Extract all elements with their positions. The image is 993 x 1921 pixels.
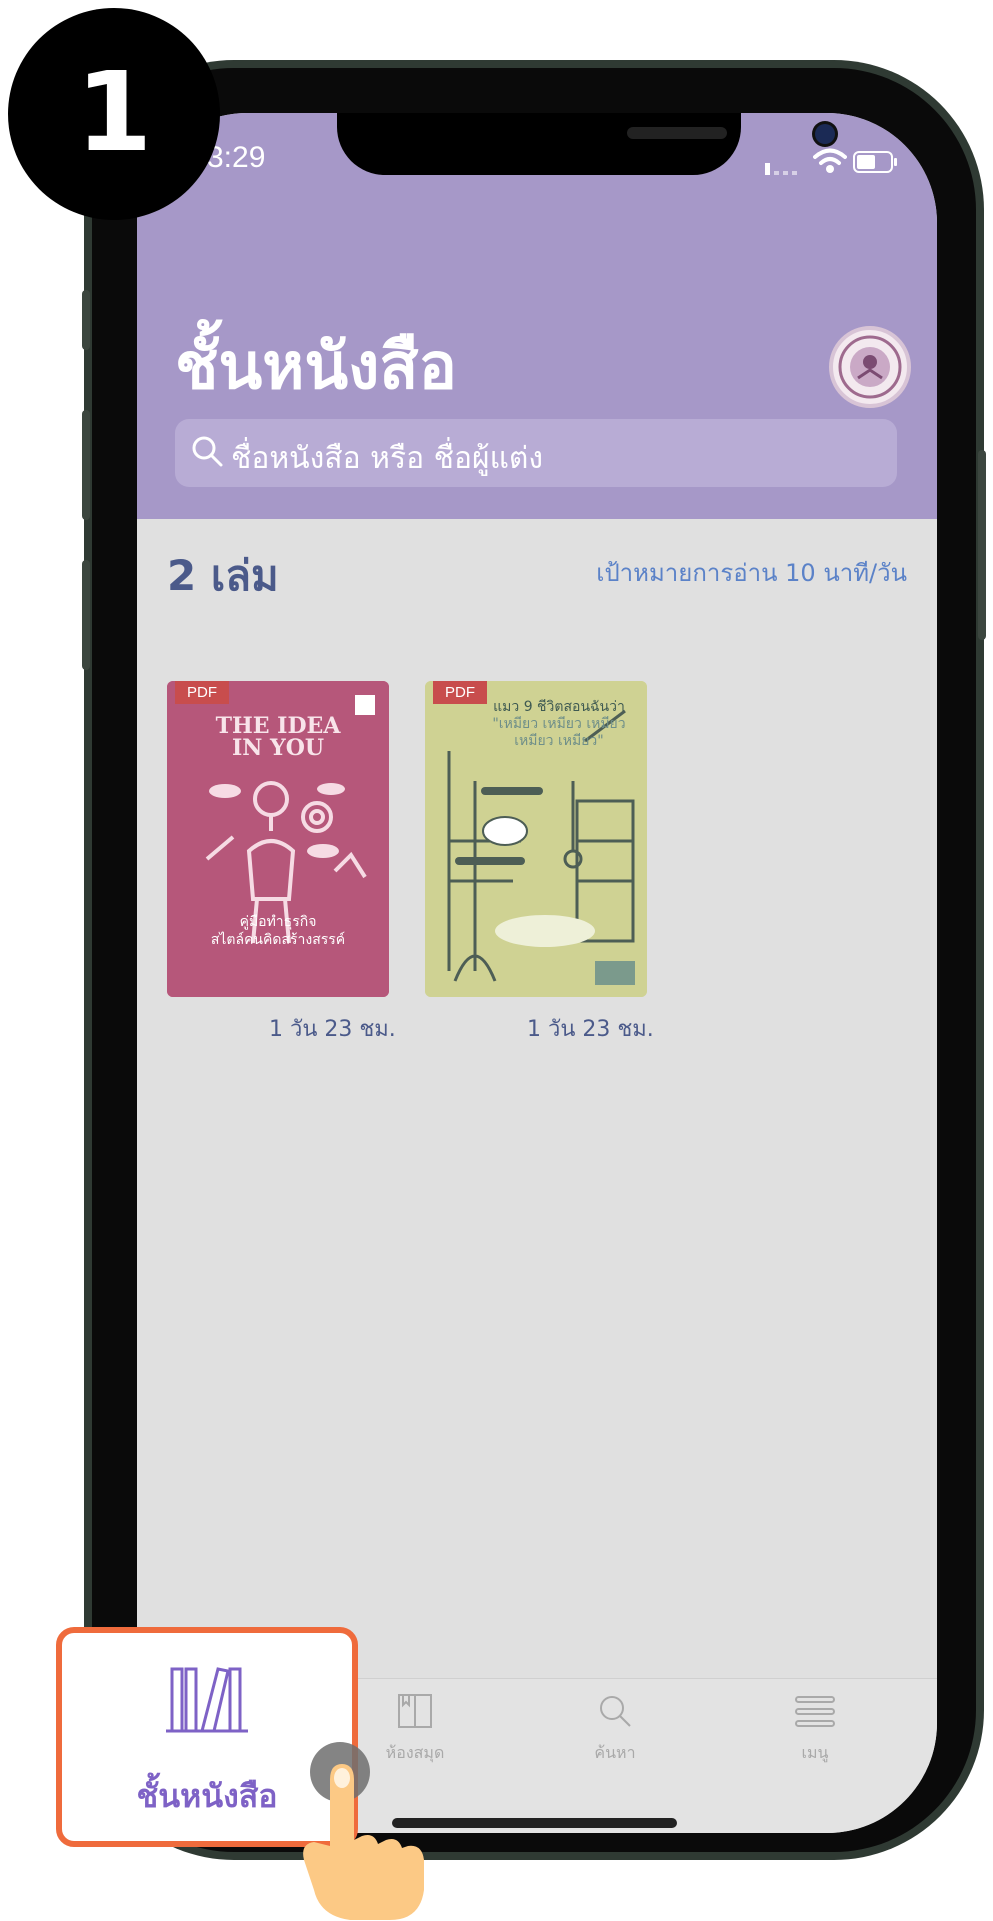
tap-hand-icon: [303, 1742, 424, 1920]
book-cover-title: THE IDEA IN YOU: [167, 715, 389, 759]
tab-menu[interactable]: เมนู: [755, 1691, 875, 1766]
book-cover-title-line3: เหมียว เหมียว": [514, 733, 604, 749]
book-cover-cat-nine-lives[interactable]: PDF แมว 9 ชีวิตสอนฉันว่า "เหมียว เหมียว …: [425, 681, 647, 997]
side-button-silent: [82, 290, 90, 350]
search-icon: [600, 1696, 631, 1727]
page-title: ชั้นหนังสือ: [175, 330, 457, 404]
search-icon: [192, 436, 223, 467]
side-button-power: [978, 450, 986, 640]
notch: [337, 113, 835, 175]
avatar[interactable]: [829, 326, 911, 408]
book-time-left: 1 วัน 23 ชม.: [527, 1017, 654, 1042]
book-cover-title-line1: แมว 9 ชีวิตสอนฉันว่า: [493, 699, 625, 715]
step-number: 1: [75, 48, 153, 176]
pdf-badge: PDF: [175, 681, 229, 704]
tab-search[interactable]: ค้นหา: [555, 1691, 675, 1766]
book-cover-title: แมว 9 ชีวิตสอนฉันว่า "เหมียว เหมียว เหมี…: [477, 699, 641, 750]
book-cover-title-line2: "เหมียว เหมียว เหมียว: [492, 716, 626, 732]
book-cover-subtitle: คู่มือทำธุรกิจ สไตล์คนคิดสร้างสรรค์: [167, 913, 389, 949]
book-cover-title-line1: THE IDEA: [215, 713, 341, 739]
tab-label: เมนู: [801, 1743, 829, 1762]
battery-icon: [853, 151, 897, 173]
phone-screen: 3:29 ชั้นหนังสือ ชื่อหนังสือ หรือ ชื่อผู…: [137, 113, 937, 1833]
book-cover-idea-in-you[interactable]: PDF THE IDEA IN YOU คู่มือทำธุรกิจ สไตล์…: [167, 681, 389, 997]
camera: [815, 124, 835, 144]
bookshelf-icon: [166, 1667, 248, 1733]
step-number-badge: 1: [8, 8, 220, 220]
side-button-volume-down: [82, 560, 90, 670]
signal-icon: [765, 163, 797, 175]
app-header: 3:29 ชั้นหนังสือ ชื่อหนังสือ หรือ ชื่อผู…: [137, 113, 937, 519]
book-count: 2 เล่ม: [167, 551, 279, 600]
menu-icon: [795, 1696, 835, 1727]
reading-goal-link[interactable]: เป้าหมายการอ่าน 10 นาที/วัน: [596, 553, 907, 592]
book-cover-subtitle-line2: สไตล์คนคิดสร้างสรรค์: [210, 932, 346, 948]
book-cover-title-line2: IN YOU: [231, 735, 325, 761]
book-time-left: 1 วัน 23 ชม.: [269, 1017, 396, 1042]
speaker: [627, 127, 727, 139]
book-cover-subtitle-line1: คู่มือทำธุรกิจ: [239, 914, 317, 930]
side-button-volume-up: [82, 410, 90, 520]
search-placeholder: ชื่อหนังสือ หรือ ชื่อผู้แต่ง: [231, 441, 544, 476]
wifi-icon: [813, 148, 847, 173]
search-input[interactable]: ชื่อหนังสือ หรือ ชื่อผู้แต่ง: [175, 419, 897, 487]
tab-label: ค้นหา: [594, 1743, 636, 1762]
university-seal-icon: [838, 335, 902, 399]
